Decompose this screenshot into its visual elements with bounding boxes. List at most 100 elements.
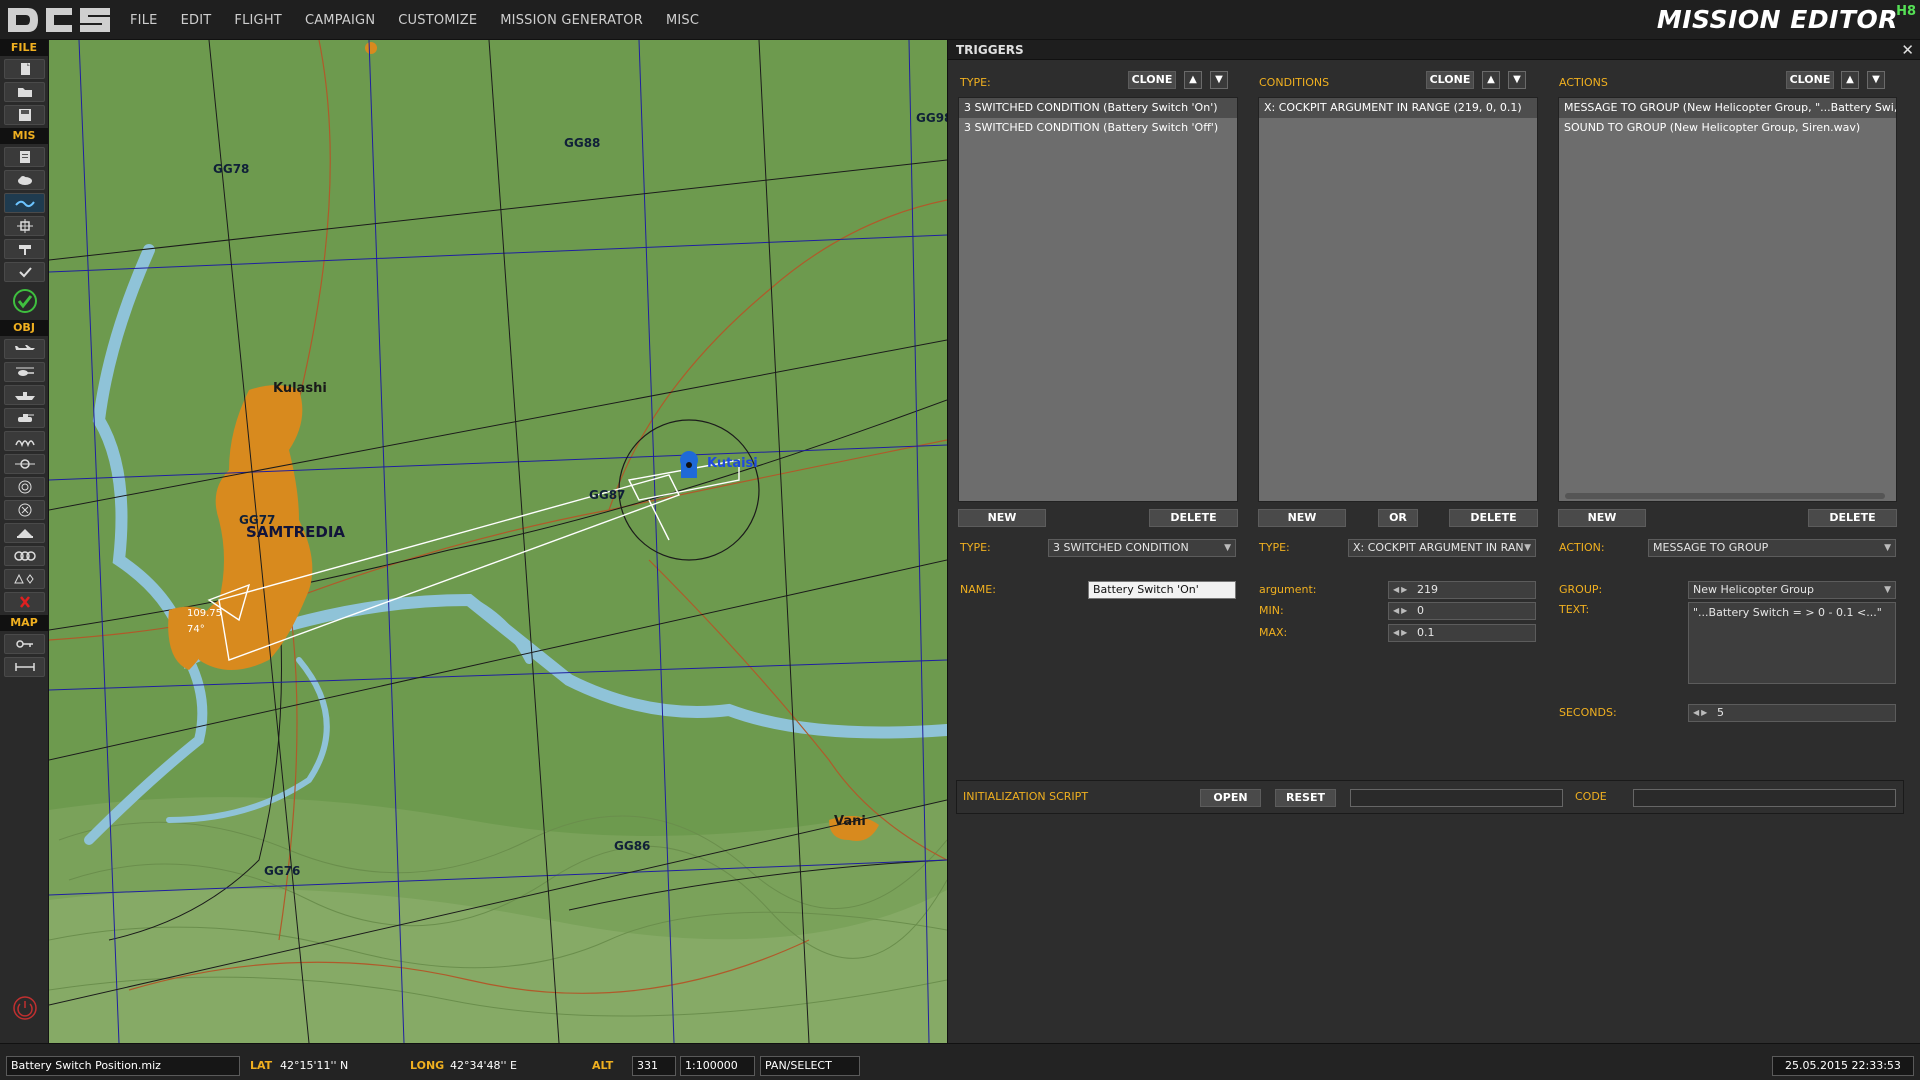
min-label: MIN: (1259, 604, 1284, 617)
init-reset-button[interactable]: RESET (1275, 789, 1336, 807)
chevron-down-icon: ▼ (1215, 74, 1223, 85)
map-view[interactable]: GG78 GG88 GG98 GG77 GG87 GG76 GG86 Kulas… (49, 40, 947, 1043)
trigger-list[interactable]: 3 SWITCHED CONDITION (Battery Switch 'On… (958, 97, 1238, 502)
type-move-up-button[interactable]: ▲ (1184, 71, 1202, 89)
exit-icon[interactable] (12, 995, 38, 1021)
action-type-dropdown[interactable]: MESSAGE TO GROUP ▼ (1648, 539, 1896, 557)
init-code-field[interactable] (1633, 789, 1896, 807)
menu-edit[interactable]: EDIT (181, 13, 212, 28)
condition-new-button[interactable]: NEW (1258, 509, 1346, 527)
actions-move-up-button[interactable]: ▲ (1841, 71, 1859, 89)
actions-clone-button[interactable]: CLONE (1786, 71, 1834, 89)
plane-icon[interactable] (4, 339, 45, 359)
condition-type-dropdown[interactable]: X: COCKPIT ARGUMENT IN RAN ▼ (1348, 539, 1536, 557)
group-label: GROUP: (1559, 583, 1603, 596)
trigger-name-input[interactable]: Battery Switch 'On' (1088, 581, 1236, 599)
menu-file[interactable]: FILE (130, 13, 158, 28)
long-label: LONG (410, 1059, 445, 1072)
init-open-button[interactable]: OPEN (1200, 789, 1261, 807)
conditions-list[interactable]: X: COCKPIT ARGUMENT IN RANGE (219, 0, 0.… (1258, 97, 1538, 502)
type-move-down-button[interactable]: ▼ (1210, 71, 1228, 89)
spinner-arrows-icon[interactable]: ◀▶ (1393, 582, 1409, 598)
check-icon[interactable] (4, 262, 45, 282)
action-new-button[interactable]: NEW (1558, 509, 1646, 527)
trigger-new-button[interactable]: NEW (958, 509, 1046, 527)
actions-move-down-button[interactable]: ▼ (1867, 71, 1885, 89)
action-type-value: MESSAGE TO GROUP (1653, 541, 1769, 554)
menu-mission-generator[interactable]: MISSION GENERATOR (500, 13, 643, 28)
alt-value: 331 (632, 1056, 676, 1076)
actions-list[interactable]: MESSAGE TO GROUP (New Helicopter Group, … (1558, 97, 1897, 502)
map-scale[interactable]: 1:100000 (680, 1056, 755, 1076)
init-script-path-field[interactable] (1350, 789, 1563, 807)
menu-bar: FILE EDIT FLIGHT CAMPAIGN CUSTOMIZE MISS… (0, 0, 1920, 40)
conditions-clone-button[interactable]: CLONE (1426, 71, 1474, 89)
map-canvas (49, 40, 947, 1043)
type-clone-button[interactable]: CLONE (1128, 71, 1176, 89)
message-text-area[interactable]: "...Battery Switch = > 0 - 0.1 <..." (1688, 602, 1896, 684)
flag-icon[interactable] (4, 239, 45, 259)
dead-zone-icon[interactable] (4, 500, 45, 520)
left-toolbar: FILE MIS OBJ MAP (0, 40, 49, 1043)
save-icon[interactable] (4, 105, 45, 125)
menu-flight[interactable]: FLIGHT (234, 13, 282, 28)
trigger-delete-button[interactable]: DELETE (1149, 509, 1238, 527)
list-item[interactable]: 3 SWITCHED CONDITION (Battery Switch 'Of… (959, 118, 1237, 138)
seconds-value: 5 (1717, 706, 1724, 719)
horizontal-scrollbar[interactable] (1565, 493, 1885, 499)
zone-icon[interactable] (4, 523, 45, 543)
trigger-type-dropdown[interactable]: 3 SWITCHED CONDITION ▼ (1048, 539, 1236, 557)
helicopter-icon[interactable] (4, 362, 45, 382)
toolbar-section-map: MAP (0, 615, 48, 631)
list-item[interactable]: SOUND TO GROUP (New Helicopter Group, Si… (1559, 118, 1896, 138)
chain-icon[interactable] (4, 546, 45, 566)
aircraft-route-icon[interactable] (4, 193, 45, 213)
group-dropdown[interactable]: New Helicopter Group ▼ (1688, 581, 1896, 599)
condition-or-button[interactable]: OR (1378, 509, 1418, 527)
actions-column-header: ACTIONS (1559, 76, 1608, 89)
ground-unit-icon[interactable] (4, 408, 45, 428)
new-file-icon[interactable] (4, 59, 45, 79)
grid-label-gg78: GG78 (213, 162, 250, 176)
delete-icon[interactable] (4, 592, 45, 612)
list-item[interactable]: X: COCKPIT ARGUMENT IN RANGE (219, 0, 0.… (1259, 98, 1537, 118)
city-label-kulashi: Kulashi (273, 381, 327, 396)
conditions-move-down-button[interactable]: ▼ (1508, 71, 1526, 89)
shapes-icon[interactable] (4, 569, 45, 589)
briefing-icon[interactable] (4, 147, 45, 167)
map-mode[interactable]: PAN/SELECT (760, 1056, 860, 1076)
max-spinner[interactable]: ◀▶ 0.1 (1388, 624, 1536, 642)
condition-type-value: X: COCKPIT ARGUMENT IN RAN (1353, 541, 1524, 554)
airdrome-icon[interactable] (4, 454, 45, 474)
condition-delete-button[interactable]: DELETE (1449, 509, 1538, 527)
seconds-spinner[interactable]: ◀▶ 5 (1688, 704, 1896, 722)
argument-spinner[interactable]: ◀▶ 219 (1388, 581, 1536, 599)
text-label: TEXT: (1559, 603, 1590, 616)
static-object-icon[interactable] (4, 431, 45, 451)
argument-label: argument: (1259, 583, 1317, 596)
list-item[interactable]: 3 SWITCHED CONDITION (Battery Switch 'On… (959, 98, 1237, 118)
ship-icon[interactable] (4, 385, 45, 405)
action-delete-button[interactable]: DELETE (1808, 509, 1897, 527)
min-spinner[interactable]: ◀▶ 0 (1388, 602, 1536, 620)
airbase-label-kutaisi[interactable]: Kutaisi (707, 456, 758, 471)
open-folder-icon[interactable] (4, 82, 45, 102)
spinner-arrows-icon[interactable]: ◀▶ (1393, 625, 1409, 641)
close-icon[interactable]: ✕ (1901, 41, 1914, 59)
waypoint-icon[interactable] (4, 216, 45, 236)
spinner-arrows-icon[interactable]: ◀▶ (1693, 705, 1709, 721)
ruler-icon[interactable] (4, 657, 45, 677)
target-icon[interactable] (4, 477, 45, 497)
seconds-label: SECONDS: (1559, 706, 1617, 719)
mission-check-icon[interactable] (4, 286, 45, 316)
trigger-type-value: 3 SWITCHED CONDITION (1053, 541, 1189, 554)
key-icon[interactable] (4, 634, 45, 654)
menu-misc[interactable]: MISC (666, 13, 699, 28)
list-item[interactable]: MESSAGE TO GROUP (New Helicopter Group, … (1559, 98, 1896, 118)
spinner-arrows-icon[interactable]: ◀▶ (1393, 603, 1409, 619)
grid-label-gg86: GG86 (614, 839, 651, 853)
menu-customize[interactable]: CUSTOMIZE (398, 13, 477, 28)
weather-icon[interactable] (4, 170, 45, 190)
menu-campaign[interactable]: CAMPAIGN (305, 13, 375, 28)
conditions-move-up-button[interactable]: ▲ (1482, 71, 1500, 89)
